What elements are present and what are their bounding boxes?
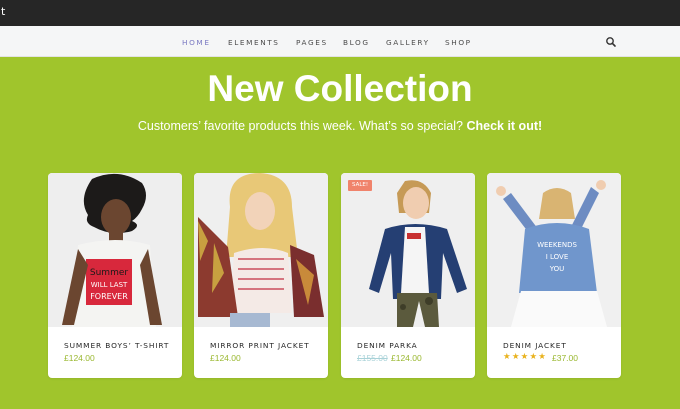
top-bar: t (0, 0, 680, 26)
svg-text:WEEKENDS: WEEKENDS (537, 241, 577, 249)
main-menu: HOME ELEMENTS PAGES BLOG GALLERY SHOP (0, 26, 680, 57)
search-icon[interactable] (605, 36, 617, 48)
product-name[interactable]: DENIM JACKET (503, 341, 567, 350)
svg-text:Summer: Summer (90, 268, 128, 278)
nav-item-shop[interactable]: SHOP (445, 38, 472, 47)
product-price: £124.00 (391, 353, 422, 363)
nav-item-gallery[interactable]: GALLERY (386, 38, 430, 47)
top-bar-text: t (1, 5, 6, 18)
product-image[interactable]: Summer WILL LAST FOREVER (48, 173, 182, 327)
product-price: £37.00 (552, 353, 578, 363)
nav-item-pages[interactable]: PAGES (296, 38, 328, 47)
product-price: £124.00 (64, 353, 95, 363)
product-card-summer-boys-tshirt[interactable]: Summer WILL LAST FOREVER SUMMER BOYS’ T-… (48, 173, 182, 378)
hero-title: New Collection (207, 68, 473, 109)
svg-text:I LOVE: I LOVE (546, 253, 569, 261)
svg-text:WILL LAST: WILL LAST (91, 281, 128, 289)
navigation-bar: HOME ELEMENTS PAGES BLOG GALLERY SHOP (0, 26, 680, 57)
sale-badge: SALE! (348, 180, 373, 191)
product-name[interactable]: MIRROR PRINT JACKET (210, 341, 310, 350)
product-card-mirror-print-jacket[interactable]: MIRROR PRINT JACKET £124.00 (194, 173, 328, 378)
product-card-denim-jacket[interactable]: WEEKENDS I LOVE YOU DENIM JACKET ★★★★★ £… (487, 173, 621, 378)
star-rating: ★★★★★ (503, 352, 548, 362)
product-old-price: £155.00 (357, 353, 388, 363)
product-name[interactable]: DENIM PARKA (357, 341, 418, 350)
hero-subtitle-text: Customers’ favorite products this week. … (137, 119, 467, 133)
product-image[interactable] (341, 173, 475, 327)
nav-item-blog[interactable]: BLOG (343, 38, 370, 47)
product-card-denim-parka[interactable]: SALE! DENIM PARKA £155.00 £124.00 (341, 173, 475, 378)
product-price: £124.00 (210, 353, 241, 363)
nav-item-home[interactable]: HOME (182, 38, 211, 47)
product-image[interactable]: WEEKENDS I LOVE YOU (487, 173, 621, 327)
check-it-out-link[interactable]: Check it out! (466, 119, 542, 133)
svg-text:YOU: YOU (549, 265, 565, 273)
nav-item-elements[interactable]: ELEMENTS (228, 38, 280, 47)
product-name[interactable]: SUMMER BOYS’ T-SHIRT (64, 341, 169, 350)
svg-text:FOREVER: FOREVER (90, 292, 128, 301)
hero-subtitle: Customers’ favorite products this week. … (0, 119, 680, 133)
product-image[interactable] (194, 173, 328, 327)
